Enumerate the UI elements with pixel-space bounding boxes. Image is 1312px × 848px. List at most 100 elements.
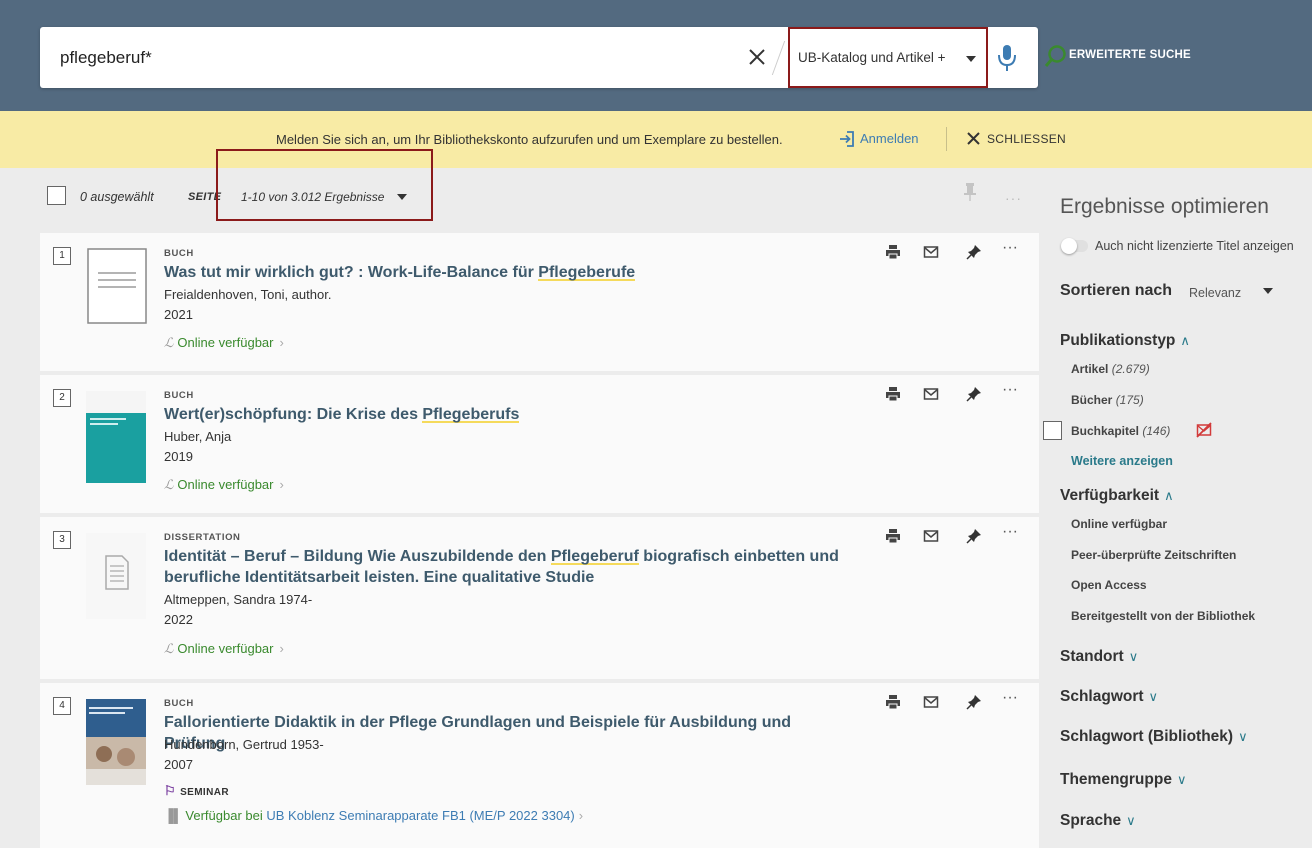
- more-options-icon[interactable]: ···: [1005, 190, 1022, 206]
- show-more-link[interactable]: Weitere anzeigen: [1071, 454, 1173, 468]
- facet-availability[interactable]: Verfügbarkeit ∧: [1060, 487, 1174, 505]
- book-cover-thumbnail: [86, 699, 146, 785]
- facet-include-checkbox[interactable]: [1043, 421, 1062, 440]
- resource-type: BUCH: [164, 248, 194, 259]
- book-cover-placeholder-icon: [87, 248, 147, 324]
- more-options-icon[interactable]: ···: [1002, 689, 1018, 706]
- print-icon[interactable]: [885, 386, 901, 402]
- chevron-down-icon: ∨: [1128, 649, 1139, 664]
- holding-info-link[interactable]: ▐▌ Verfügbar bei UB Koblenz Seminarappara…: [164, 808, 583, 823]
- microphone-icon[interactable]: [996, 43, 1018, 73]
- login-banner: Melden Sie sich an, um Ihr Bibliotheksko…: [0, 111, 1312, 168]
- result-number[interactable]: 4: [53, 697, 71, 715]
- unlicensed-titles-toggle[interactable]: [1061, 238, 1088, 254]
- facet-topic-group[interactable]: Themengruppe ∨: [1060, 771, 1186, 789]
- sign-in-icon[interactable]: [838, 130, 856, 148]
- pin-icon[interactable]: [966, 528, 982, 544]
- pin-icon[interactable]: [966, 386, 982, 402]
- result-year: 2022: [164, 612, 193, 627]
- sort-label: Sortieren nach: [1060, 282, 1173, 299]
- more-options-icon[interactable]: ···: [1002, 523, 1018, 540]
- result-item[interactable]: 1 BUCH Was tut mir wirklich gut? : Work-…: [40, 233, 1039, 371]
- print-icon[interactable]: [885, 694, 901, 710]
- caret-down-icon: [966, 56, 976, 62]
- book-cover-thumbnail: [86, 391, 146, 483]
- chevron-up-icon: ∧: [1164, 488, 1174, 503]
- result-author: Freialdenhoven, Toni, author.: [164, 287, 332, 302]
- link-icon: ℒ: [164, 641, 174, 656]
- top-bar: UB-Katalog und Artikel + ERWEITERTE SUCH…: [0, 0, 1312, 111]
- exclude-facet-icon[interactable]: [1196, 422, 1212, 438]
- pin-icon[interactable]: [963, 182, 977, 202]
- chevron-down-icon: ∨: [1176, 772, 1187, 787]
- facet-publication-type[interactable]: Publikationstyp ∧: [1060, 332, 1190, 350]
- resource-type: DISSERTATION: [164, 532, 241, 543]
- facet-item[interactable]: Bereitgestellt von der Bibliothek: [1071, 609, 1255, 623]
- clear-search-icon[interactable]: [746, 45, 768, 69]
- close-banner-button[interactable]: SCHLIESSEN: [987, 132, 1066, 146]
- library-icon: ▐▌: [164, 808, 183, 823]
- search-icon[interactable]: [1043, 44, 1067, 70]
- toggle-knob: [1061, 238, 1077, 254]
- result-year: 2021: [164, 307, 193, 322]
- facet-item[interactable]: Open Access: [1071, 578, 1147, 592]
- more-options-icon[interactable]: ···: [1002, 381, 1018, 398]
- facet-item[interactable]: Buchkapitel (146): [1071, 424, 1170, 438]
- facet-item[interactable]: Online verfügbar: [1071, 517, 1167, 531]
- facet-item[interactable]: Bücher (175): [1071, 393, 1144, 407]
- scope-divider: [771, 41, 786, 75]
- chevron-right-icon: ›: [578, 808, 584, 823]
- facet-subject[interactable]: Schlagwort ∨: [1060, 688, 1158, 706]
- facet-language[interactable]: Sprache ∨: [1060, 812, 1136, 830]
- facet-subject-library[interactable]: Schlagwort (Bibliothek) ∨: [1060, 728, 1248, 746]
- result-number[interactable]: 1: [53, 247, 71, 265]
- result-title[interactable]: Wert(er)schöpfung: Die Krise des Pflegeb…: [164, 404, 844, 425]
- chevron-down-icon: ∨: [1148, 689, 1159, 704]
- availability-link[interactable]: ℒ Online verfügbar ›: [164, 335, 284, 351]
- result-author: Hundenborn, Gertrud 1953-: [164, 737, 324, 752]
- pin-icon[interactable]: [966, 694, 982, 710]
- sidebar-title: Ergebnisse optimieren: [1060, 195, 1269, 218]
- result-year: 2019: [164, 449, 193, 464]
- facet-item[interactable]: Artikel (2.679): [1071, 362, 1150, 376]
- result-item[interactable]: 4 BUCH Fallorientierte Didaktik in der P…: [40, 683, 1039, 848]
- select-all-checkbox[interactable]: [47, 186, 66, 205]
- result-item[interactable]: 2 BUCH Wert(er)schöpfung: Die Krise des …: [40, 375, 1039, 513]
- facet-location[interactable]: Standort ∨: [1060, 648, 1138, 666]
- result-title[interactable]: Was tut mir wirklich gut? : Work-Life-Ba…: [164, 262, 844, 283]
- availability-link[interactable]: ℒ Online verfügbar ›: [164, 641, 284, 657]
- result-item[interactable]: 3 DISSERTATION Identität – Beruf – Bildu…: [40, 517, 1039, 679]
- banner-divider: [946, 127, 947, 151]
- sort-select[interactable]: Relevanz: [1189, 286, 1241, 300]
- result-author: Altmeppen, Sandra 1974-: [164, 592, 313, 607]
- email-icon[interactable]: [923, 694, 939, 710]
- more-options-icon[interactable]: ···: [1002, 239, 1018, 256]
- close-icon[interactable]: [965, 130, 982, 147]
- chevron-right-icon: ›: [279, 335, 284, 350]
- result-year: 2007: [164, 757, 193, 772]
- caret-down-icon[interactable]: [1263, 288, 1273, 294]
- login-link[interactable]: Anmelden: [860, 131, 919, 146]
- result-number[interactable]: 2: [53, 389, 71, 407]
- facet-item[interactable]: Peer-überprüfte Zeitschriften: [1071, 548, 1236, 562]
- scope-label: UB-Katalog und Artikel +: [798, 50, 946, 65]
- email-icon[interactable]: [923, 528, 939, 544]
- print-icon[interactable]: [885, 244, 901, 260]
- pin-icon[interactable]: [966, 244, 982, 260]
- result-number[interactable]: 3: [53, 531, 71, 549]
- print-icon[interactable]: [885, 528, 901, 544]
- email-icon[interactable]: [923, 386, 939, 402]
- email-icon[interactable]: [923, 244, 939, 260]
- resource-type: BUCH: [164, 698, 194, 709]
- search-scope-select[interactable]: UB-Katalog und Artikel +: [788, 27, 988, 88]
- chevron-right-icon: ›: [279, 477, 284, 492]
- link-icon: ℒ: [164, 335, 174, 350]
- seminar-badge: ⚐ SEMINAR: [164, 783, 229, 798]
- result-title[interactable]: Identität – Beruf – Bildung Wie Auszubil…: [164, 546, 844, 588]
- chevron-up-icon: ∧: [1180, 333, 1190, 348]
- annotation-highlight-box: [216, 149, 433, 221]
- availability-link[interactable]: ℒ Online verfügbar ›: [164, 477, 284, 493]
- search-input[interactable]: [60, 45, 700, 71]
- login-message: Melden Sie sich an, um Ihr Bibliotheksko…: [276, 132, 783, 147]
- advanced-search-link[interactable]: ERWEITERTE SUCHE: [1069, 49, 1191, 61]
